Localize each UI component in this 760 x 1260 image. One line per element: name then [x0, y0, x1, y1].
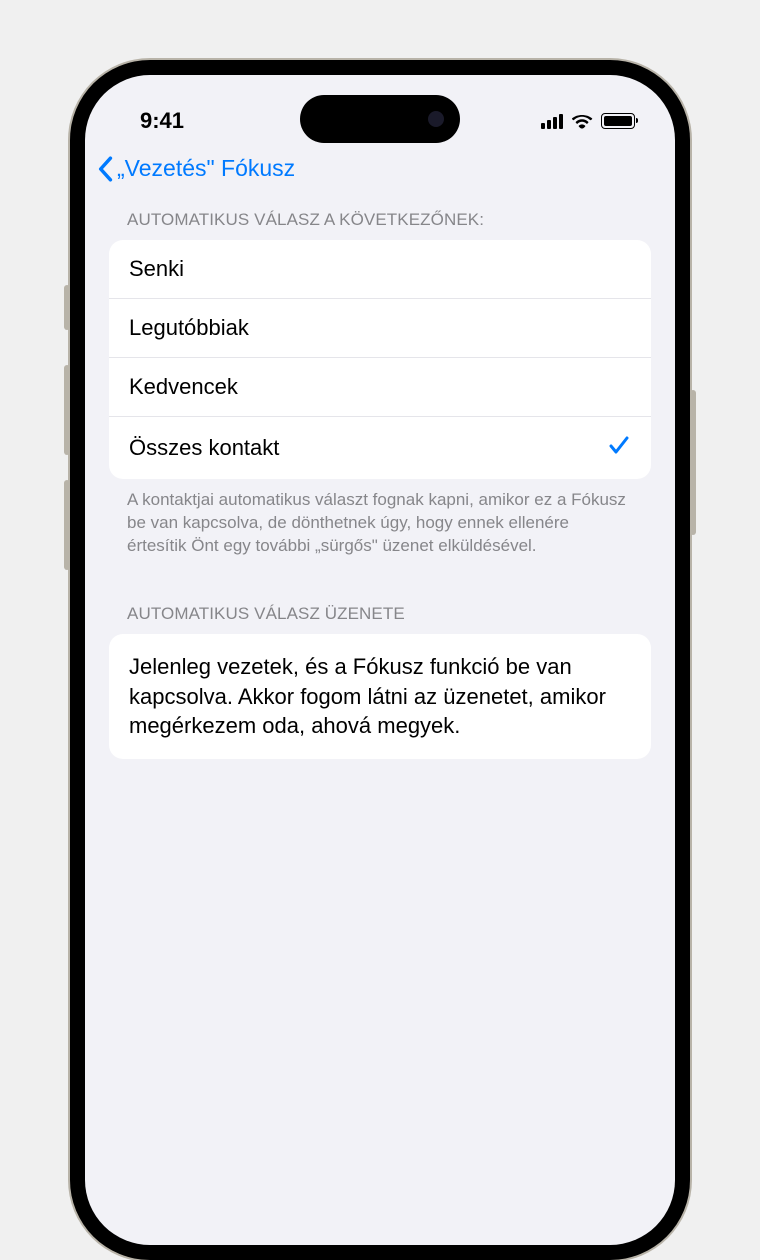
option-label: Legutóbbiak — [129, 315, 249, 341]
option-label: Összes kontakt — [129, 435, 279, 461]
option-nobody[interactable]: Senki — [109, 240, 651, 298]
checkmark-icon — [607, 433, 631, 463]
front-camera-icon — [428, 111, 444, 127]
wifi-icon — [571, 113, 593, 129]
autoreply-message-input[interactable]: Jelenleg vezetek, és a Fókusz funkció be… — [109, 634, 651, 759]
content-area: AUTOMATIKUS VÁLASZ A KÖVETKEZŐNEK: Senki… — [85, 198, 675, 759]
back-button[interactable]: „Vezetés" Fókusz — [97, 155, 295, 182]
dynamic-island — [300, 95, 460, 143]
chevron-left-icon — [97, 156, 113, 182]
power-button — [690, 390, 696, 535]
section-header-autoreply-to: AUTOMATIKUS VÁLASZ A KÖVETKEZŐNEK: — [109, 198, 651, 240]
autoreply-options-list: Senki Legutóbbiak Kedvencek Összes konta… — [109, 240, 651, 479]
volume-up-button — [64, 365, 70, 455]
volume-down-button — [64, 480, 70, 570]
option-all-contacts[interactable]: Összes kontakt — [109, 416, 651, 479]
silent-switch — [64, 285, 70, 330]
battery-icon — [601, 113, 635, 129]
back-label: „Vezetés" Fókusz — [117, 155, 295, 182]
status-time: 9:41 — [140, 108, 184, 134]
autoreply-message-text: Jelenleg vezetek, és a Fókusz funkció be… — [129, 654, 606, 738]
option-recents[interactable]: Legutóbbiak — [109, 298, 651, 357]
phone-frame: 9:41 — [70, 60, 690, 1260]
screen: 9:41 — [85, 75, 675, 1245]
option-favorites[interactable]: Kedvencek — [109, 357, 651, 416]
cellular-signal-icon — [541, 113, 563, 129]
status-indicators — [541, 113, 635, 129]
option-label: Kedvencek — [129, 374, 238, 400]
section-header-autoreply-message: AUTOMATIKUS VÁLASZ ÜZENETE — [109, 592, 651, 634]
nav-bar: „Vezetés" Fókusz — [85, 145, 675, 198]
section-footer-autoreply-to: A kontaktjai automatikus választ fognak … — [109, 479, 651, 566]
option-label: Senki — [129, 256, 184, 282]
